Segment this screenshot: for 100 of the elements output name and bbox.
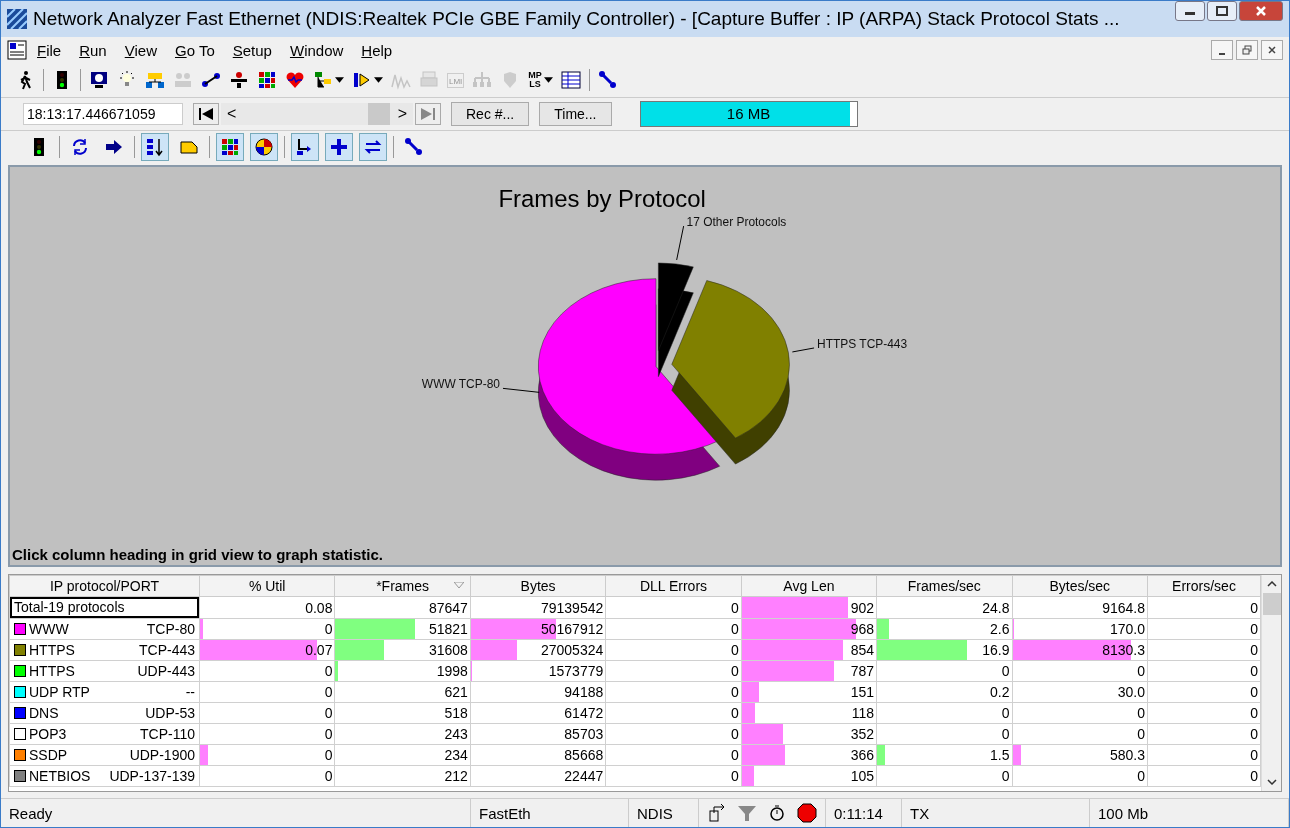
menu-item[interactable]: File xyxy=(29,39,70,61)
port-label: TCP-80 xyxy=(146,621,195,637)
network-icon[interactable] xyxy=(145,70,165,90)
vertical-scrollbar[interactable] xyxy=(1261,575,1281,791)
table-cell-text: 518 xyxy=(444,705,469,721)
table-cell-text: 0 xyxy=(1250,747,1259,763)
record-scrollbar[interactable]: < > xyxy=(221,103,413,125)
export-icon[interactable] xyxy=(707,803,727,823)
table-cell-text: 1998 xyxy=(436,663,469,679)
close-button[interactable] xyxy=(1239,1,1283,21)
previous-button[interactable]: < xyxy=(221,105,243,123)
column-header[interactable]: DLL Errors xyxy=(605,575,742,597)
table-cell-text: 0 xyxy=(324,663,334,679)
table-icon[interactable] xyxy=(560,70,581,90)
chart-label: WWW TCP-80 xyxy=(421,377,500,392)
table-cell-text: 0 xyxy=(1250,768,1259,784)
menu-item[interactable]: Window xyxy=(281,39,352,61)
table-cell-text: 212 xyxy=(444,768,469,784)
table-cell-text: 105 xyxy=(850,768,876,784)
menu-item[interactable]: Run xyxy=(71,39,115,61)
column-header[interactable]: *Frames xyxy=(334,575,471,597)
stop-icon[interactable] xyxy=(797,803,817,823)
caret-icon[interactable] xyxy=(374,77,383,83)
column-header[interactable]: % Util xyxy=(199,575,335,597)
table-cell-text: 0 xyxy=(730,621,740,637)
table-cell-text: 352 xyxy=(850,726,876,742)
table-cell-text: 151 xyxy=(850,684,876,700)
menu-item[interactable]: Go To xyxy=(166,39,223,61)
time-field[interactable]: 18:13:17.446671059 xyxy=(23,103,183,125)
play-icon[interactable] xyxy=(352,70,372,90)
next-button[interactable]: > xyxy=(391,105,413,123)
table-cell-text: 902 xyxy=(850,599,876,616)
table-cell-text: 0 xyxy=(1250,663,1259,679)
table-cell-text: 580.3 xyxy=(1109,747,1146,763)
minimize-button[interactable] xyxy=(1211,40,1233,60)
mpls-icon[interactable]: MP LS xyxy=(528,71,542,89)
menu-item[interactable]: Help xyxy=(353,39,401,61)
column-header[interactable]: IP protocol/PORT xyxy=(9,575,200,597)
table-cell-text: 9164.8 xyxy=(1102,599,1146,616)
nodes-icon[interactable] xyxy=(201,70,221,90)
scroll-up-icon[interactable] xyxy=(1266,581,1277,587)
table-cell-text: 0 xyxy=(324,705,334,721)
table-cell-text: 85703 xyxy=(564,726,605,742)
port-label: UDP-443 xyxy=(137,663,195,679)
table-cell-text: 0 xyxy=(730,684,740,700)
table-cell-text: 0 xyxy=(730,768,740,784)
table-cell[interactable]: Total-19 protocols xyxy=(10,597,199,618)
table-cell-text: 0 xyxy=(1001,705,1011,721)
status-message: Ready xyxy=(1,799,471,827)
column-header[interactable]: Errors/sec xyxy=(1147,575,1261,597)
document-icon[interactable] xyxy=(7,40,27,60)
table-cell-text: 170.0 xyxy=(1109,621,1146,637)
last-record-button[interactable] xyxy=(415,103,441,125)
column-header[interactable]: Bytes/sec xyxy=(1012,575,1148,597)
table-cell-text: 0 xyxy=(1250,684,1259,700)
table-cell-text: 0 xyxy=(324,684,334,700)
record-number-button[interactable]: Rec #... xyxy=(451,102,530,126)
table-cell-text: 0.07 xyxy=(305,642,334,658)
chart-label: 17 Other Protocols xyxy=(686,215,787,230)
caret-icon[interactable] xyxy=(335,77,344,83)
close-icon xyxy=(1267,45,1277,55)
column-header[interactable]: Frames/sec xyxy=(876,575,1013,597)
port-label: UDP-1900 xyxy=(129,747,195,763)
filter-icon[interactable] xyxy=(737,803,757,823)
scroll-thumb[interactable] xyxy=(367,103,390,125)
speed-label: 100 Mb xyxy=(1090,799,1289,827)
window-title: Network Analyzer Fast Ethernet (NDIS:Realtek PCIe GBE Family Controller) - [Capture Buffer : IP (ARPA) Stack Protocol Stats ... xyxy=(33,8,1121,30)
close-button[interactable] xyxy=(1261,40,1283,60)
mode-label: TX xyxy=(902,799,1090,827)
time-button[interactable]: Time... xyxy=(539,102,612,126)
grid-icon[interactable] xyxy=(257,70,277,90)
port-label: UDP-137-139 xyxy=(109,768,195,784)
timer-icon[interactable] xyxy=(767,803,787,823)
table-cell-text: 0 xyxy=(324,768,334,784)
app-icon xyxy=(7,9,27,29)
menu-item[interactable]: View xyxy=(116,39,165,61)
caret-icon[interactable] xyxy=(543,77,553,83)
leader-line xyxy=(676,225,685,261)
table-cell-text: 79139542 xyxy=(540,599,605,616)
heart-icon[interactable] xyxy=(285,70,305,90)
column-header[interactable]: Bytes xyxy=(470,575,606,597)
menu-item[interactable]: Setup xyxy=(224,39,280,61)
monitor-icon[interactable] xyxy=(89,70,109,90)
column-header[interactable]: Avg Len xyxy=(741,575,877,597)
table-cell-text: 0 xyxy=(730,747,740,763)
table-cell-text: 0 xyxy=(730,705,740,721)
table-cell-text: 243 xyxy=(444,726,469,742)
first-record-button[interactable] xyxy=(193,103,219,125)
table-cell-text: 0 xyxy=(1137,663,1146,679)
table-cell-text: 0 xyxy=(1137,768,1146,784)
elapsed-time: 0:11:14 xyxy=(826,799,902,827)
table-cell-text: 85668 xyxy=(564,747,605,763)
scroll-down-icon[interactable] xyxy=(1266,779,1277,785)
maximize-button[interactable] xyxy=(1207,1,1237,21)
scroll-thumb[interactable] xyxy=(1262,593,1281,615)
protocol-name: UDP RTP xyxy=(29,684,90,700)
restore-button[interactable] xyxy=(1236,40,1258,60)
table-cell-text: 0 xyxy=(1250,705,1259,721)
adapter-label: FastEth xyxy=(471,799,629,827)
minimize-button[interactable] xyxy=(1175,1,1205,21)
